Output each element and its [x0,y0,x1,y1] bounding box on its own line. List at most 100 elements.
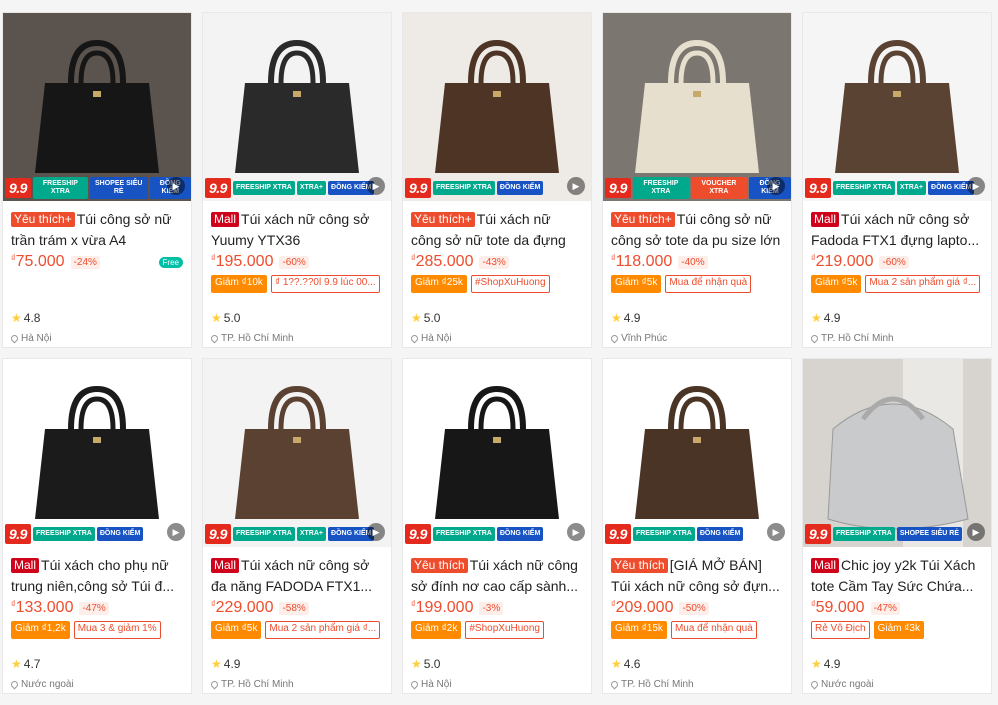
promo-row: Giảm ₫25k #ShopXuHuong [403,273,591,293]
bag-photo [803,13,991,201]
discount-badge: -58% [279,601,309,615]
product-title[interactable]: Yêu thích+ Túi công sở nữ trần trám x vừa… [3,201,191,251]
price-row: ₫75.000 -24% Free [3,251,191,273]
product-title[interactable]: Yêu thích+ Túi xách nữ công sở nữ tote da… [403,201,591,251]
product-card[interactable]: 9.9 FREESHIP XTRA ĐỒNG KIỂM ▶ Mall Túi xác… [2,358,192,694]
promo-row [3,273,191,293]
service-badge: VOUCHER XTRA [690,177,747,199]
product-image[interactable]: 9.9 FREESHIP XTRA ĐỒNG KIỂM ▶ [3,359,191,547]
shop-tag: Mall [811,558,840,573]
product-card[interactable]: 9.9 FREESHIP XTRA XTRA+ ĐỒNG KIỂM ▶ Mall Tú… [202,358,392,694]
product-image[interactable]: 9.9 FREESHIP XTRA SHOPEE SIÊU RẺ ▶ [803,359,991,547]
rating-value: 4.9 [223,657,241,671]
location-text: Nước ngoài [21,679,74,690]
promo-chip: Giảm ₫15k [611,621,667,639]
product-title[interactable]: Mall Túi xách nữ công sở Fadoda FTX1 đựng… [803,201,991,251]
play-video-icon[interactable]: ▶ [967,523,985,541]
location-pin-icon [409,679,420,690]
location-pin-icon [209,679,220,690]
product-image[interactable]: 9.9 FREESHIP XTRA SHOPEE SIÊU RẺ ĐỒNG KIỂM… [3,13,191,201]
play-video-icon[interactable]: ▶ [567,177,585,195]
product-card[interactable]: 9.9 FREESHIP XTRA XTRA+ ĐỒNG KIỂM ▶ Mall Tú… [802,12,992,348]
service-badge: XTRA+ [896,181,927,195]
bag-photo [603,13,791,201]
price-row: ₫229.000 -58% [203,597,391,619]
product-price: 118.000 [615,253,673,270]
promo-row: Giảm ₫5k Mua 2 sản phẩm giá ₫... [203,619,391,639]
sale-99-badge: 9.9 [5,178,31,198]
shop-tag: Yêu thích [411,558,468,573]
service-badge: ĐỒNG KIỂM [496,527,544,541]
rating: ★ 5.0 [211,311,240,325]
promo-chip: ₫ 1??.??0l 9.9 lúc 00... [270,275,380,293]
product-image[interactable]: 9.9 FREESHIP XTRA XTRA+ ĐỒNG KIỂM ▶ [203,359,391,547]
location-text: TP. Hồ Chí Minh [221,333,294,344]
rating-value: 5.0 [423,311,441,325]
star-icon: ★ [811,657,822,671]
bag-photo [3,359,191,547]
product-title[interactable]: Yêu thích [GIÁ MỞ BÁN] Túi xách nữ công s… [603,547,791,597]
service-badge: FREESHIP XTRA [832,181,895,195]
product-card[interactable]: 9.9 FREESHIP XTRA ĐỒNG KIỂM ▶ Yêu thích Tú… [402,358,592,694]
product-card[interactable]: 9.9 FREESHIP XTRA ĐỒNG KIỂM ▶ Yêu thích+ T… [402,12,592,348]
product-title[interactable]: Mall Túi xách nữ công sở Yuumy YTX36 [203,201,391,251]
play-video-icon[interactable]: ▶ [767,523,785,541]
promo-row: Giảm ₫10k ₫ 1??.??0l 9.9 lúc 00... [203,273,391,293]
play-video-icon[interactable]: ▶ [567,523,585,541]
product-card[interactable]: 9.9 FREESHIP XTRA ĐỒNG KIỂM ▶ Yêu thích [G… [602,358,792,694]
promo-chip: #ShopXuHuong [465,621,544,639]
product-title[interactable]: Mall Chic joy y2k Túi Xách tote Cầm Tay S… [803,547,991,597]
service-badge: FREESHIP XTRA [32,177,88,199]
sale-99-badge: 9.9 [405,524,431,544]
product-image[interactable]: 9.9 FREESHIP XTRA XTRA+ ĐỒNG KIỂM ▶ [203,13,391,201]
rating-value: 5.0 [223,311,241,325]
bag-photo [603,359,791,547]
price-row: ₫209.000 -50% [603,597,791,619]
campaign-strip: 9.9 FREESHIP XTRA XTRA+ ĐỒNG KIỂM [203,175,391,201]
bag-photo [403,359,591,547]
promo-chip: Mua 2 sản phẩm giá ₫... [865,275,981,293]
product-image[interactable]: 9.9 FREESHIP XTRA ĐỒNG KIỂM ▶ [403,359,591,547]
service-badge: FREESHIP XTRA [232,527,295,541]
star-icon: ★ [11,311,22,325]
rating-value: 4.6 [623,657,641,671]
price-row: ₫219.000 -60% [803,251,991,273]
product-image[interactable]: 9.9 FREESHIP XTRA ĐỒNG KIỂM ▶ [603,359,791,547]
rating-value: 4.7 [23,657,41,671]
promo-chip: Giảm ₫5k [611,275,662,293]
product-title[interactable]: Yêu thích Túi xách nữ công sở đính nơ cao… [403,547,591,597]
play-video-icon[interactable]: ▶ [167,523,185,541]
location-text: Hà Nội [21,333,52,344]
product-card[interactable]: 9.9 FREESHIP XTRA SHOPEE SIÊU RẺ ĐỒNG KIỂM… [2,12,192,348]
price-row: ₫59.000 -47% [803,597,991,619]
location-text: TP. Hồ Chí Minh [621,679,694,690]
product-title[interactable]: Mall Túi xách cho phụ nữ trung niên,công … [3,547,191,597]
shop-tag: Mall [811,212,840,227]
promo-chip: Mua để nhận quà [665,275,752,293]
rating-value: 4.8 [23,311,41,325]
product-card[interactable]: 9.9 FREESHIP XTRA XTRA+ ĐỒNG KIỂM ▶ Mall Tú… [202,12,392,348]
rating: ★ 4.9 [211,657,240,671]
play-video-icon[interactable]: ▶ [167,177,185,195]
product-image[interactable]: 9.9 FREESHIP XTRA VOUCHER XTRA ĐỒNG KIỂM ▶ [603,13,791,201]
location-pin-icon [209,333,220,344]
promo-chip: Giảm ₫5k [811,275,862,293]
play-video-icon[interactable]: ▶ [367,523,385,541]
product-card[interactable]: 9.9 FREESHIP XTRA VOUCHER XTRA ĐỒNG KIỂM ▶… [602,12,792,348]
star-icon: ★ [411,311,422,325]
play-video-icon[interactable]: ▶ [367,177,385,195]
product-title[interactable]: Yêu thích+ Túi công sở nữ công sở tote da… [603,201,791,251]
bag-photo [803,359,991,547]
play-video-icon[interactable]: ▶ [767,177,785,195]
product-price: 199.000 [415,599,474,616]
service-badge: SHOPEE SIÊU RẺ [89,177,148,199]
star-icon: ★ [211,311,222,325]
product-price: 285.000 [415,253,474,270]
price-row: ₫195.000 -60% [203,251,391,273]
play-video-icon[interactable]: ▶ [967,177,985,195]
product-card[interactable]: 9.9 FREESHIP XTRA SHOPEE SIÊU RẺ ▶ Mall Ch… [802,358,992,694]
discount-badge: -50% [679,601,709,615]
product-title[interactable]: Mall Túi xách nữ công sở đa năng FADODA F… [203,547,391,597]
product-image[interactable]: 9.9 FREESHIP XTRA ĐỒNG KIỂM ▶ [403,13,591,201]
product-image[interactable]: 9.9 FREESHIP XTRA XTRA+ ĐỒNG KIỂM ▶ [803,13,991,201]
